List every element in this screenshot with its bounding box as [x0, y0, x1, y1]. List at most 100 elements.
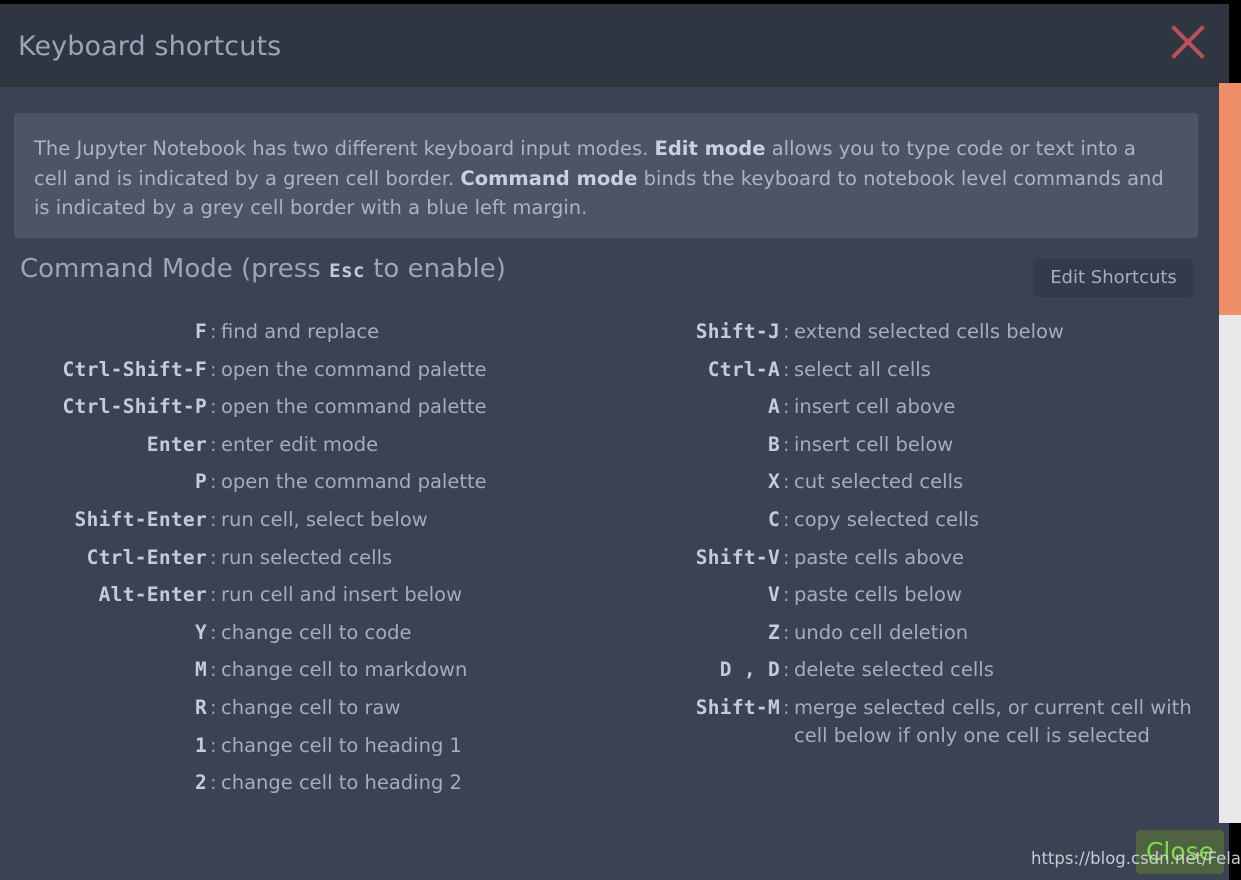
- shortcut-separator: :: [210, 357, 217, 381]
- shortcut-separator: :: [210, 695, 217, 719]
- shortcut-description: change cell to heading 2: [221, 771, 462, 795]
- shortcut-column-right: Shift-J: extend selected cells below Ctrl-…: [600, 318, 1200, 760]
- shortcut-row: Ctrl-Shift-F: open the command palette: [20, 356, 600, 384]
- shortcut-description: delete selected cells: [794, 658, 994, 682]
- vertical-scrollbar-track[interactable]: [1219, 83, 1241, 823]
- shortcut-row: 1: change cell to heading 1: [20, 732, 600, 760]
- shortcut-separator: :: [210, 320, 217, 343]
- edit-shortcuts-button[interactable]: Edit Shortcuts: [1034, 259, 1193, 297]
- close-icon[interactable]: [1171, 25, 1205, 59]
- dialog-titlebar: Keyboard shortcuts: [0, 4, 1229, 87]
- shortcut-description: change cell to markdown: [221, 658, 468, 682]
- shortcut-separator: :: [783, 545, 790, 569]
- shortcut-key: Shift-M: [695, 695, 780, 719]
- shortcut-separator: :: [210, 545, 217, 569]
- shortcut-separator: :: [210, 395, 217, 419]
- shortcut-key: Alt-Enter: [98, 583, 207, 607]
- shortcut-description: find and replace: [221, 320, 380, 343]
- shortcut-row: D , D: delete selected cells: [600, 656, 1200, 684]
- shortcut-key: 1: [194, 733, 207, 757]
- shortcut-key: F: [194, 320, 207, 343]
- section-title-prefix: Command Mode (press: [20, 254, 330, 284]
- shortcut-description: paste cells below: [794, 583, 962, 607]
- shortcut-description: change cell to heading 1: [221, 733, 462, 757]
- shortcut-separator: :: [210, 432, 217, 456]
- info-panel-text: The Jupyter Notebook has two different k…: [34, 134, 1174, 223]
- shortcut-description: change cell to code: [221, 620, 412, 644]
- shortcut-separator: :: [783, 432, 790, 456]
- shortcut-separator: :: [783, 470, 790, 494]
- shortcut-key: C: [767, 507, 780, 531]
- shortcut-key: P: [194, 470, 207, 494]
- section-title-suffix: to enable): [364, 254, 506, 284]
- vertical-scrollbar-thumb[interactable]: [1219, 83, 1241, 315]
- screen-root: Keyboard shortcuts The Jupyter Notebook …: [0, 0, 1241, 880]
- shortcut-description: open the command palette: [221, 357, 487, 381]
- shortcut-row: C: copy selected cells: [600, 506, 1200, 534]
- shortcut-separator: :: [210, 658, 217, 682]
- shortcut-column-left: F: find and replace Ctrl-Shift-F: open the …: [20, 318, 600, 807]
- shortcut-description: enter edit mode: [221, 432, 379, 456]
- shortcut-key: D , D: [719, 658, 780, 682]
- shortcut-key: A: [767, 395, 780, 419]
- shortcut-separator: :: [783, 395, 790, 419]
- dialog-body: The Jupyter Notebook has two different k…: [0, 87, 1219, 880]
- shortcut-description: cut selected cells: [794, 470, 964, 494]
- shortcut-description: insert cell below: [794, 432, 954, 456]
- shortcut-row: P: open the command palette: [20, 468, 600, 496]
- shortcut-row: Alt-Enter: run cell and insert below: [20, 581, 600, 609]
- section-title: Command Mode (press Esc to enable): [20, 254, 506, 284]
- command-mode-section-header: Command Mode (press Esc to enable) Edit …: [0, 254, 1219, 306]
- shortcut-separator: :: [210, 620, 217, 644]
- shortcut-separator: :: [210, 507, 217, 531]
- shortcut-description: copy selected cells: [794, 507, 979, 531]
- shortcut-key: V: [767, 583, 780, 607]
- shortcut-row: X: cut selected cells: [600, 468, 1200, 496]
- shortcut-separator: :: [783, 695, 790, 719]
- shortcut-row: F: find and replace: [20, 318, 600, 346]
- info-panel: The Jupyter Notebook has two different k…: [14, 113, 1198, 238]
- shortcut-key: X: [767, 470, 780, 494]
- shortcut-separator: :: [210, 470, 217, 494]
- shortcut-description: change cell to raw: [221, 695, 401, 719]
- info-text-edit-mode: Edit mode: [654, 137, 766, 160]
- shortcut-key: R: [194, 695, 207, 719]
- watermark-url: https://blog.csdn.net/Felaim: [1031, 849, 1241, 868]
- shortcut-row: Ctrl-A: select all cells: [600, 356, 1200, 384]
- shortcut-row: 2: change cell to heading 2: [20, 769, 600, 797]
- esc-key-label: Esc: [329, 260, 365, 282]
- shortcut-key: Enter: [146, 432, 207, 456]
- shortcut-row: Enter: enter edit mode: [20, 431, 600, 459]
- shortcut-row: Shift-V: paste cells above: [600, 544, 1200, 572]
- shortcut-description: paste cells above: [794, 545, 965, 569]
- shortcut-separator: :: [210, 583, 217, 607]
- shortcut-separator: :: [210, 733, 217, 757]
- shortcut-key: Ctrl-Enter: [86, 545, 207, 569]
- shortcut-description: run cell, select below: [221, 507, 428, 531]
- shortcut-description: run cell and insert below: [221, 583, 463, 607]
- shortcut-separator: :: [783, 658, 790, 682]
- shortcut-key: Ctrl-A: [707, 357, 780, 381]
- shortcut-row: Ctrl-Shift-P: open the command palette: [20, 393, 600, 421]
- shortcut-key: Ctrl-Shift-F: [62, 357, 207, 381]
- shortcut-row: Ctrl-Enter: run selected cells: [20, 544, 600, 572]
- shortcut-key: Shift-J: [695, 320, 780, 343]
- dialog-title: Keyboard shortcuts: [18, 31, 282, 62]
- shortcut-description: merge selected cells, or current cell wi…: [794, 695, 1192, 747]
- shortcut-key: Ctrl-Shift-P: [62, 395, 207, 419]
- shortcut-description: select all cells: [794, 357, 931, 381]
- shortcut-separator: :: [210, 771, 217, 795]
- shortcut-row: Z: undo cell deletion: [600, 619, 1200, 647]
- shortcut-description: undo cell deletion: [794, 620, 969, 644]
- shortcut-key: Shift-Enter: [74, 507, 207, 531]
- shortcut-separator: :: [783, 620, 790, 644]
- shortcut-row: Shift-J: extend selected cells below: [600, 318, 1200, 346]
- shortcut-separator: :: [783, 320, 790, 343]
- shortcut-row: R: change cell to raw: [20, 694, 600, 722]
- shortcut-key: Shift-V: [695, 545, 780, 569]
- shortcut-description: open the command palette: [221, 395, 487, 419]
- shortcut-key: Y: [194, 620, 207, 644]
- shortcut-row: A: insert cell above: [600, 393, 1200, 421]
- shortcut-row: B: insert cell below: [600, 431, 1200, 459]
- shortcut-row: M: change cell to markdown: [20, 656, 600, 684]
